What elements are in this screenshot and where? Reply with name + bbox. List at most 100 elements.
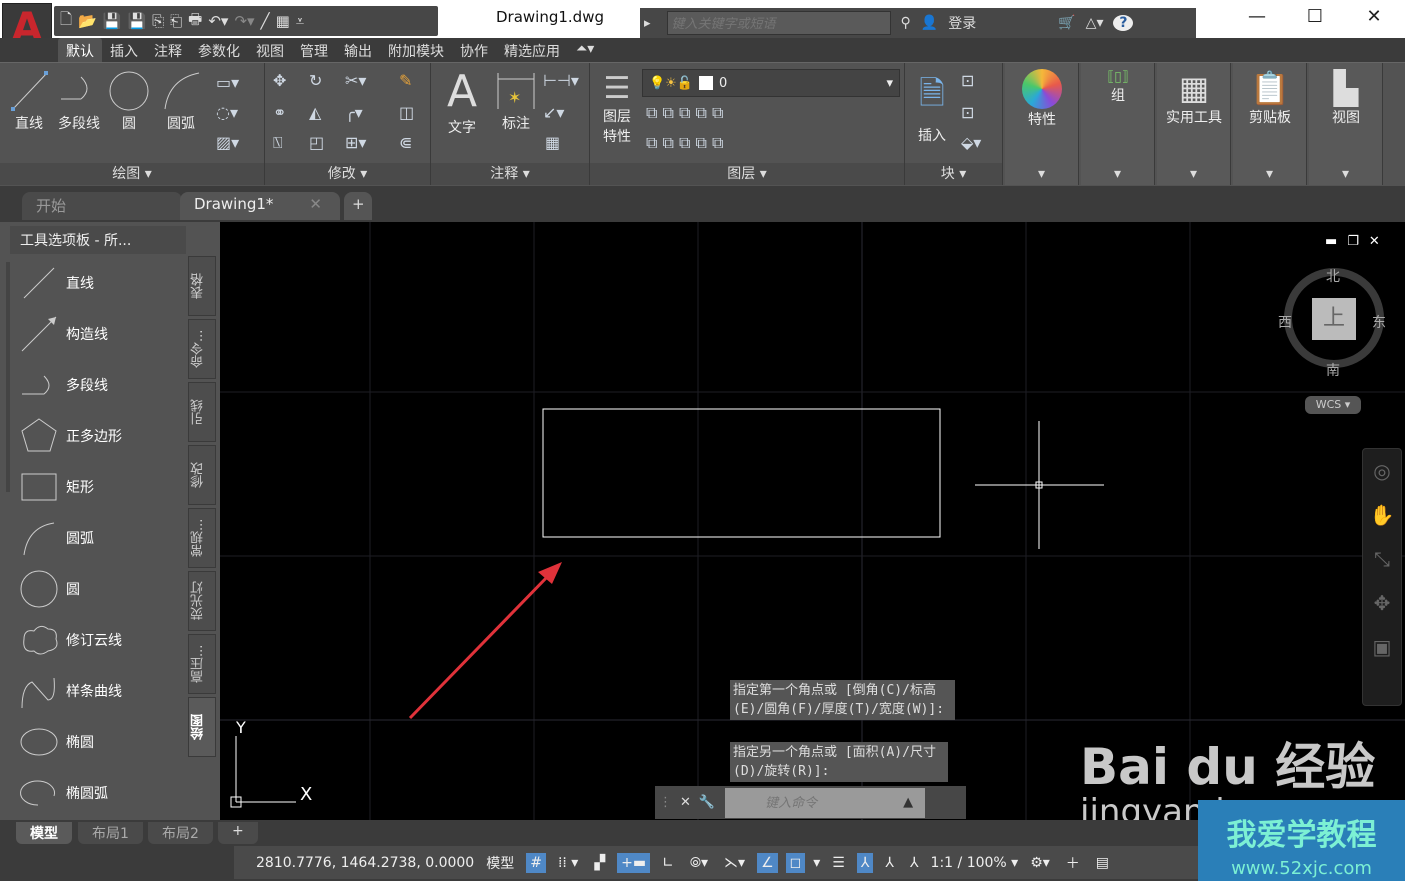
- tab-addins[interactable]: 附加模块: [380, 38, 452, 63]
- annotation-scale-dropdown[interactable]: 1:1 / 100% ▾: [931, 855, 1019, 871]
- tab-drawing1[interactable]: Drawing1* ✕: [180, 192, 340, 220]
- palette-item[interactable]: 多段线: [18, 362, 178, 408]
- isodraft-icon[interactable]: ⋋▾: [720, 853, 749, 873]
- a360-icon[interactable]: △▾: [1086, 15, 1104, 31]
- dynamic-input-icon[interactable]: +▬: [617, 852, 651, 873]
- match-icon[interactable]: ╱: [261, 12, 270, 30]
- palette-side-tab[interactable]: 引线: [188, 382, 216, 442]
- rectangle-shape[interactable]: [542, 408, 941, 538]
- tab-start[interactable]: 开始: [22, 192, 182, 220]
- mirror-icon[interactable]: ◭: [309, 103, 321, 122]
- orbit-icon[interactable]: ✥: [1363, 581, 1401, 625]
- palette-side-tab[interactable]: 表格: [188, 256, 216, 316]
- view-panel[interactable]: ▙ 视图 ▾: [1309, 63, 1383, 185]
- pan-icon[interactable]: ✋: [1363, 493, 1401, 537]
- save-icon[interactable]: 💾: [103, 12, 122, 30]
- tab-manage[interactable]: 管理: [292, 38, 336, 63]
- new-icon[interactable]: 🗋: [60, 9, 72, 34]
- tab-default[interactable]: 默认: [58, 38, 102, 63]
- tab-featured-apps[interactable]: 精选应用: [496, 38, 568, 63]
- palette-title[interactable]: 工具选项板 - 所...: [10, 226, 186, 254]
- infer-constraints-icon[interactable]: ▞: [590, 853, 609, 873]
- lineweight-icon[interactable]: ☰: [828, 853, 849, 873]
- annotation-scale-icon[interactable]: ⅄: [906, 853, 923, 873]
- groups-panel[interactable]: ⟦▯⟧ 组 ▾: [1081, 63, 1155, 185]
- help-icon[interactable]: ?: [1113, 15, 1134, 31]
- palette-item[interactable]: 椭圆弧: [18, 770, 178, 816]
- open-icon[interactable]: 📂: [78, 12, 97, 30]
- polar-icon[interactable]: ⦾▾: [686, 853, 712, 873]
- tab-annotate[interactable]: 注释: [146, 38, 190, 63]
- modify-panel-label[interactable]: 修改 ▾: [265, 163, 430, 185]
- ellipse-icon[interactable]: ◌▾: [216, 103, 238, 122]
- cart-icon[interactable]: 🛒: [1058, 15, 1075, 31]
- grip-icon[interactable]: ⋮: [659, 795, 672, 810]
- line-tool[interactable]: 直线: [6, 69, 52, 133]
- coordinates-readout[interactable]: 2810.7776, 1464.2738, 0.0000: [256, 855, 474, 871]
- wcs-dropdown[interactable]: WCS ▾: [1305, 396, 1361, 414]
- tab-model[interactable]: 模型: [16, 822, 72, 844]
- zoom-icon[interactable]: ⤡: [1363, 537, 1401, 581]
- minimize-button[interactable]: —: [1237, 6, 1277, 27]
- drawing-canvas[interactable]: Y X ▬❐✕ 上 北 南 东 西 WCS ▾ ◎ ✋ ⤡ ✥ ▣ 指定第一个角点或 […: [220, 222, 1405, 820]
- scale-icon[interactable]: ◰: [309, 133, 324, 152]
- palette-side-tab[interactable]: 命令...: [188, 319, 216, 379]
- maximize-button[interactable]: ☐: [1295, 6, 1335, 27]
- save-as-icon[interactable]: 💾: [127, 12, 146, 30]
- draw-panel-label[interactable]: 绘图 ▾: [0, 163, 264, 185]
- palette-item[interactable]: 样条曲线: [18, 668, 178, 714]
- polyline-tool[interactable]: 多段线: [54, 69, 104, 133]
- ortho-icon[interactable]: ∟: [658, 853, 678, 873]
- save-web-icon[interactable]: ⎗: [170, 12, 182, 30]
- trim-icon[interactable]: ✂▾: [345, 71, 366, 90]
- palette-item[interactable]: 矩形: [18, 464, 178, 510]
- block-panel-label[interactable]: 块 ▾: [905, 163, 1002, 185]
- tab-layout2[interactable]: 布局2: [148, 822, 213, 844]
- steering-wheel-icon[interactable]: ◎: [1363, 449, 1401, 493]
- palette-side-tab[interactable]: 修改: [188, 445, 216, 505]
- ribbon-toggle-icon[interactable]: ⏶▾: [568, 38, 602, 63]
- palette-side-tab[interactable]: 绘图: [188, 697, 216, 757]
- command-input[interactable]: [725, 787, 926, 818]
- compass-west[interactable]: 西: [1278, 312, 1292, 332]
- palette-side-tab[interactable]: 荧光灯: [188, 571, 216, 631]
- layers-panel-label[interactable]: 图层 ▾: [590, 163, 904, 185]
- auto-scale-icon[interactable]: ⅄: [881, 853, 898, 873]
- tab-parametric[interactable]: 参数化: [190, 38, 248, 63]
- tab-collaborate[interactable]: 协作: [452, 38, 496, 63]
- search-input[interactable]: [666, 11, 891, 35]
- layer-tools-row2-icon[interactable]: ⧉ ⧉ ⧉ ⧉ ⧉: [646, 133, 723, 153]
- compass-north[interactable]: 北: [1326, 266, 1340, 286]
- close-button[interactable]: ✕: [1354, 6, 1394, 27]
- annotation-visibility-icon[interactable]: ⅄: [856, 852, 874, 873]
- copy-icon[interactable]: ⚭: [273, 103, 286, 122]
- linear-dim-icon[interactable]: ⊢⊣▾: [543, 71, 579, 90]
- text-tool[interactable]: A 文字: [439, 67, 485, 137]
- create-block-icon[interactable]: ⊡: [961, 71, 974, 90]
- binoculars-icon[interactable]: ⚲: [901, 15, 911, 31]
- undo-icon[interactable]: ↶▾: [208, 12, 228, 30]
- offset-icon[interactable]: ⋐: [399, 133, 412, 152]
- palette-item[interactable]: 直线: [18, 260, 178, 306]
- hatch-icon[interactable]: ▨▾: [216, 133, 239, 152]
- command-history-icon[interactable]: ▲: [903, 795, 913, 810]
- plot-icon[interactable]: 🖶: [188, 9, 202, 34]
- annotation-monitor-icon[interactable]: ＋: [1062, 851, 1084, 875]
- add-layout-button[interactable]: +: [218, 822, 258, 844]
- showmotion-icon[interactable]: ▣: [1363, 625, 1401, 669]
- snap-toggle-icon[interactable]: ⁞⁞ ▾: [554, 853, 582, 873]
- insert-button[interactable]: 🗎 插入: [909, 71, 955, 145]
- annotation-panel-label[interactable]: 注释 ▾: [431, 163, 589, 185]
- properties-icon[interactable]: ▤: [1092, 853, 1113, 873]
- dimension-tool[interactable]: ✶ 标注: [493, 69, 539, 133]
- open-web-icon[interactable]: ⎘: [152, 12, 164, 30]
- palette-item[interactable]: 修订云线: [18, 617, 178, 663]
- tab-insert[interactable]: 插入: [102, 38, 146, 63]
- new-tab-button[interactable]: +: [344, 192, 372, 220]
- explode-icon[interactable]: ◫: [399, 103, 414, 122]
- leader-icon[interactable]: ↙▾: [543, 103, 564, 122]
- edit-block-icon[interactable]: ⊡: [961, 103, 974, 122]
- layer-tools-row1-icon[interactable]: ⧉ ⧉ ⧉ ⧉ ⧉: [646, 103, 723, 123]
- compass-south[interactable]: 南: [1326, 360, 1340, 380]
- close-tab-icon[interactable]: ✕: [309, 195, 322, 213]
